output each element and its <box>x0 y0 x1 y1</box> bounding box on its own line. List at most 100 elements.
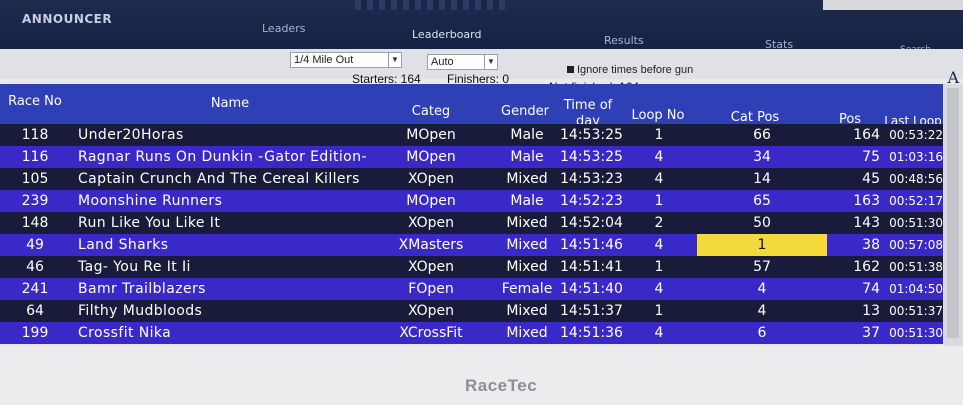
category: XOpen <box>407 259 455 275</box>
split-select[interactable]: 1/4 Mile Out ▼ <box>290 52 402 68</box>
vertical-scrollbar[interactable] <box>943 84 963 346</box>
chevron-down-icon: ▼ <box>388 53 401 67</box>
category: XCrossFit <box>399 325 463 341</box>
time-of-day: 14:52:23 <box>560 193 623 209</box>
pos: 13 <box>862 303 880 319</box>
cat-pos: 4 <box>757 303 767 319</box>
pos: 143 <box>853 215 880 231</box>
time-of-day: 14:51:40 <box>560 281 623 297</box>
scrollbar-thumb[interactable] <box>947 88 959 338</box>
cat-pos: 14 <box>753 171 771 187</box>
window-controls <box>823 0 963 10</box>
loop-no: 1 <box>654 259 664 275</box>
cat-pos: 4 <box>757 281 767 297</box>
pos: 162 <box>853 259 880 275</box>
gender: Mixed <box>506 325 548 341</box>
team-name: Moonshine Runners <box>78 193 223 209</box>
gender: Male <box>510 193 544 209</box>
nav-leaderboard[interactable]: Leaderboard <box>412 28 481 41</box>
team-name: Under20Horas <box>78 127 184 143</box>
col-cat-pos[interactable]: Cat Pos <box>715 110 795 125</box>
cat-pos: 57 <box>753 259 771 275</box>
race-no: 199 <box>21 325 49 341</box>
table-row[interactable]: 239 Moonshine Runners MOpen Male 14:52:2… <box>0 190 943 212</box>
nav-leaders[interactable]: Leaders <box>262 22 305 35</box>
table-row[interactable]: 116 Ragnar Runs On Dunkin -Gator Edition… <box>0 146 943 168</box>
race-no: 49 <box>26 237 44 253</box>
last-loop: 01:04:50 <box>889 282 943 296</box>
loop-no: 1 <box>654 303 664 319</box>
team-name: Filthy Mudbloods <box>78 303 203 319</box>
loop-no: 4 <box>654 281 664 297</box>
col-race-no[interactable]: Race No <box>0 94 70 109</box>
time-of-day: 14:53:25 <box>560 127 623 143</box>
category: MOpen <box>406 149 456 165</box>
pos: 74 <box>862 281 880 297</box>
cat-pos: 34 <box>753 149 771 165</box>
nav-decoration <box>355 0 505 10</box>
gender: Male <box>510 149 544 165</box>
table-header: Race No Name Categ Gender Time of day Lo… <box>0 84 943 129</box>
time-of-day: 14:53:25 <box>560 149 623 165</box>
category: MOpen <box>406 193 456 209</box>
race-no: 148 <box>21 215 49 231</box>
time-of-day: 14:51:41 <box>560 259 623 275</box>
table-row[interactable]: 148 Run Like You Like It XOpen Mixed 14:… <box>0 212 943 234</box>
category: MOpen <box>406 127 456 143</box>
gender: Female <box>501 281 553 297</box>
loop-no: 4 <box>654 325 664 341</box>
gender: Mixed <box>506 215 548 231</box>
loop-no: 4 <box>654 149 664 165</box>
col-gender[interactable]: Gender <box>490 104 560 119</box>
race-no: 118 <box>21 127 49 143</box>
chevron-down-icon: ▼ <box>484 55 497 69</box>
cat-pos: 50 <box>753 215 771 231</box>
pos: 164 <box>853 127 880 143</box>
gender: Mixed <box>506 237 548 253</box>
race-no: 239 <box>21 193 49 209</box>
last-loop: 00:52:17 <box>889 194 943 208</box>
team-name: Tag- You Re It Ii <box>78 259 191 275</box>
col-categ[interactable]: Categ <box>395 104 467 119</box>
app-brand: ANNOUNCER <box>22 12 113 26</box>
last-loop: 00:51:37 <box>889 304 943 318</box>
category: XOpen <box>407 303 455 319</box>
gender: Mixed <box>506 259 548 275</box>
team-name: Bamr Trailblazers <box>78 281 206 297</box>
category: XOpen <box>407 215 455 231</box>
team-name: Crossfit Nika <box>78 325 172 341</box>
cat-pos: 1 <box>757 237 767 253</box>
mode-select[interactable]: Auto ▼ <box>427 54 498 70</box>
race-no: 64 <box>26 303 44 319</box>
cat-pos: 66 <box>753 127 771 143</box>
pos: 38 <box>862 237 880 253</box>
loop-no: 2 <box>654 215 664 231</box>
time-of-day: 14:51:46 <box>560 237 623 253</box>
table-row[interactable]: 199 Crossfit Nika XCrossFit Mixed 14:51:… <box>0 322 943 344</box>
table-row[interactable]: 49 Land Sharks XMasters Mixed 14:51:46 4… <box>0 234 943 256</box>
last-loop: 00:51:30 <box>889 326 943 340</box>
time-of-day: 14:53:23 <box>560 171 623 187</box>
table-row[interactable]: 64 Filthy Mudbloods XOpen Mixed 14:51:37… <box>0 300 943 322</box>
col-name[interactable]: Name <box>200 96 260 111</box>
gender: Mixed <box>506 171 548 187</box>
table-row[interactable]: 241 Bamr Trailblazers FOpen Female 14:51… <box>0 278 943 300</box>
loop-no: 4 <box>654 237 664 253</box>
nav-results[interactable]: Results <box>604 34 644 47</box>
mode-select-value: Auto <box>431 56 454 68</box>
category: XMasters <box>398 237 464 253</box>
pos: 163 <box>853 193 880 209</box>
ignore-times-label: Ignore times before gun <box>577 64 694 76</box>
ignore-times-checkbox[interactable]: Ignore times before gun <box>567 64 693 76</box>
table-row[interactable]: 105 Captain Crunch And The Cereal Killer… <box>0 168 943 190</box>
time-of-day: 14:52:04 <box>560 215 623 231</box>
team-name: Run Like You Like It <box>78 215 221 231</box>
time-of-day: 14:51:36 <box>560 325 623 341</box>
team-name: Captain Crunch And The Cereal Killers <box>78 171 360 187</box>
table-row[interactable]: 46 Tag- You Re It Ii XOpen Mixed 14:51:4… <box>0 256 943 278</box>
table-row[interactable]: 118 Under20Horas MOpen Male 14:53:25 1 6… <box>0 124 943 146</box>
col-loop-no[interactable]: Loop No <box>626 108 690 123</box>
checkbox-icon <box>567 66 574 73</box>
loop-no: 1 <box>654 127 664 143</box>
cat-pos: 6 <box>757 325 767 341</box>
